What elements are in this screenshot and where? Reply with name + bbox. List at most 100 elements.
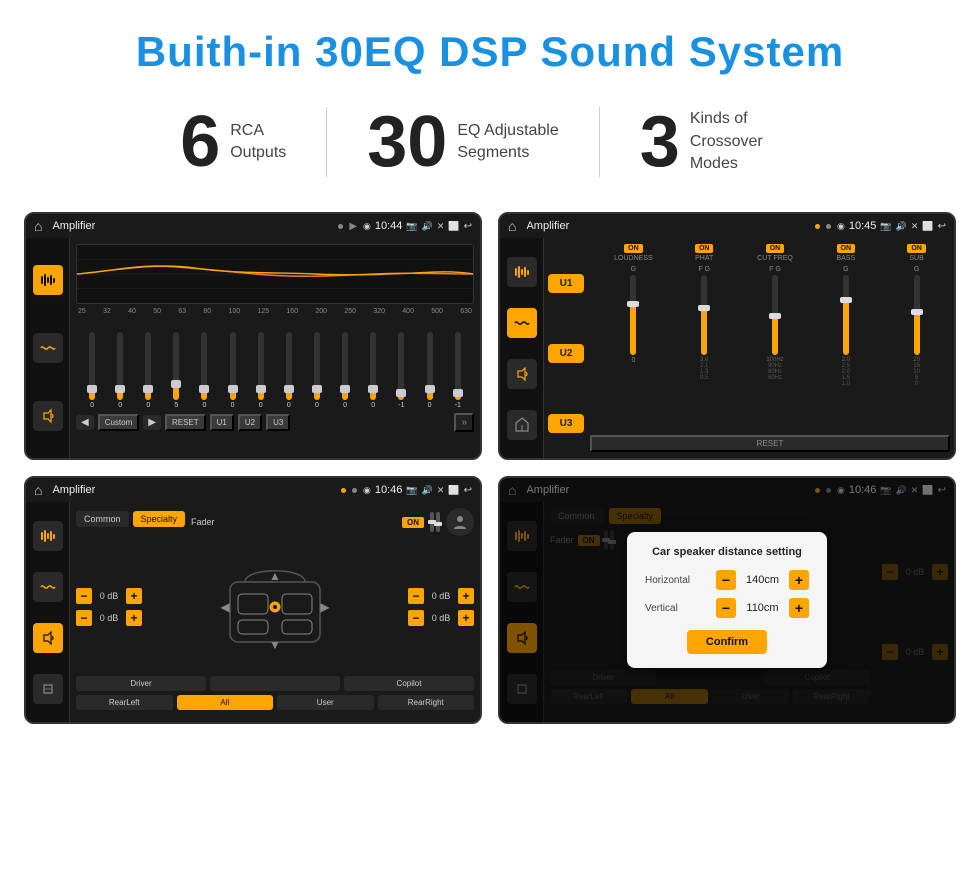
vol-icon-2: 🔊 [896, 221, 907, 232]
left-top-minus[interactable]: − [76, 588, 92, 604]
fader-content: Common Specialty Fader ON [70, 502, 480, 722]
eq-slider-12[interactable]: 0 [427, 332, 433, 409]
left-bottom-value: 0 dB [95, 613, 123, 623]
sidebar3-wave-btn[interactable] [33, 572, 63, 602]
confirm-button[interactable]: Confirm [687, 630, 767, 654]
cutfreq-label: CUT FREQ [757, 255, 793, 262]
sub-slider-col: G 20 15 10 5 0 [883, 266, 950, 431]
right-bottom-plus[interactable]: + [458, 610, 474, 626]
status-bar-3: ⌂ Amplifier ◉ 10:46 📷 🔊 ✕ ⬜ ↩ [26, 478, 480, 502]
right-bottom-db: − 0 dB + [408, 610, 474, 626]
bass-slider[interactable] [843, 275, 849, 355]
loudness-ctrl: ON LOUDNESS [600, 244, 667, 262]
sub-slider[interactable] [914, 275, 920, 355]
left-top-plus[interactable]: + [126, 588, 142, 604]
eq-u2-btn[interactable]: U2 [238, 414, 262, 431]
screen-eq: ⌂ Amplifier ▶ ◉ 10:44 📷 🔊 ✕ ⬜ ↩ [24, 212, 482, 460]
channel-buttons: U1 U2 U3 [548, 244, 584, 452]
location-icon-2: ◉ [837, 221, 845, 232]
eq-u1-btn[interactable]: U1 [210, 414, 234, 431]
crossover-reset-btn[interactable]: RESET [590, 435, 950, 452]
eq-slider-3[interactable]: 5 [173, 332, 179, 409]
eq-slider-5[interactable]: 0 [230, 332, 236, 409]
window-icon-3: ⬜ [448, 485, 459, 496]
location-icon-3: ◉ [363, 485, 371, 496]
eq-slider-8[interactable]: 0 [314, 332, 320, 409]
stat-rca-label: RCAOutputs [230, 120, 286, 165]
eq-slider-2[interactable]: 0 [145, 332, 151, 409]
time-3: 10:46 [375, 484, 403, 496]
sidebar2-wave-btn[interactable] [507, 308, 537, 338]
eq-slider-1[interactable]: 0 [117, 332, 123, 409]
tab-common[interactable]: Common [76, 511, 129, 527]
play-icon-1: ▶ [349, 221, 357, 232]
btn-copilot[interactable]: Copilot [344, 676, 474, 691]
bass-on[interactable]: ON [837, 244, 856, 253]
sidebar-eq-btn[interactable] [33, 265, 63, 295]
btn-all[interactable]: All [177, 695, 274, 710]
btn-rearleft[interactable]: RearLeft [76, 695, 173, 710]
eq-custom-btn[interactable]: Custom [98, 414, 140, 431]
car-diagram: ▲ ▼ ◀ ▶ [210, 552, 340, 662]
eq-slider-10[interactable]: 0 [370, 332, 376, 409]
eq-slider-9[interactable]: 0 [342, 332, 348, 409]
left-speaker-col: − 0 dB + − 0 dB + [76, 588, 142, 626]
channel-u3-btn[interactable]: U3 [548, 414, 584, 433]
stat-eq-label: EQ AdjustableSegments [457, 120, 558, 165]
horizontal-plus-btn[interactable]: + [789, 570, 809, 590]
eq-slider-0[interactable]: 0 [89, 332, 95, 409]
eq-prev-btn[interactable]: ◀ [76, 415, 94, 430]
eq-reset-btn[interactable]: RESET [165, 414, 206, 431]
left-bottom-plus[interactable]: + [126, 610, 142, 626]
crossover-content: U1 U2 U3 ON LOUDNESS ON PHAT [544, 238, 954, 458]
phat-on[interactable]: ON [695, 244, 714, 253]
sidebar-speaker-btn[interactable] [33, 401, 63, 431]
eq-slider-11[interactable]: -1 [398, 332, 404, 409]
eq-label-250: 250 [344, 308, 356, 315]
eq-label-63: 63 [178, 308, 186, 315]
vertical-plus-btn[interactable]: + [789, 598, 809, 618]
cutfreq-slider[interactable] [772, 275, 778, 355]
tab-specialty[interactable]: Specialty [133, 511, 186, 527]
eq-slider-4[interactable]: 0 [201, 332, 207, 409]
channel-u2-btn[interactable]: U2 [548, 344, 584, 363]
eq-chevron-btn[interactable]: » [454, 413, 474, 432]
eq-label-400: 400 [402, 308, 414, 315]
horizontal-minus-btn[interactable]: − [716, 570, 736, 590]
btn-rearright[interactable]: RearRight [378, 695, 475, 710]
sidebar2-speaker-btn[interactable] [507, 359, 537, 389]
right-top-minus[interactable]: − [408, 588, 424, 604]
channel-u1-btn[interactable]: U1 [548, 274, 584, 293]
eq-slider-7[interactable]: 0 [286, 332, 292, 409]
sidebar2-eq-btn[interactable] [507, 257, 537, 287]
close-icon-3: ✕ [437, 485, 445, 496]
eq-slider-13[interactable]: -1 [455, 332, 461, 409]
loudness-slider[interactable] [630, 275, 636, 355]
sidebar3-extra-btn[interactable] [33, 674, 63, 704]
screen2-sidebar [500, 238, 544, 458]
screenshots-grid: ⌂ Amplifier ▶ ◉ 10:44 📷 🔊 ✕ ⬜ ↩ [0, 202, 980, 748]
btn-user[interactable]: User [277, 695, 374, 710]
left-bottom-minus[interactable]: − [76, 610, 92, 626]
right-top-plus[interactable]: + [458, 588, 474, 604]
eq-slider-6[interactable]: 0 [258, 332, 264, 409]
fader-tabs: Common Specialty [76, 511, 185, 527]
phat-slider[interactable] [701, 275, 707, 355]
eq-label-500: 500 [431, 308, 443, 315]
eq-u3-btn[interactable]: U3 [266, 414, 290, 431]
fader-label: Fader [191, 517, 396, 527]
sidebar-wave-btn[interactable] [33, 333, 63, 363]
sidebar2-extra-btn[interactable] [507, 410, 537, 440]
sub-on[interactable]: ON [907, 244, 926, 253]
cutfreq-on[interactable]: ON [766, 244, 785, 253]
sidebar3-eq-btn[interactable] [33, 521, 63, 551]
fader-on-toggle[interactable]: ON [402, 517, 424, 528]
btn-driver[interactable]: Driver [76, 676, 206, 691]
status-dot-3b [352, 488, 357, 493]
eq-next-btn[interactable]: ▶ [143, 415, 161, 430]
on-badges-row: ON LOUDNESS ON PHAT ON CUT FREQ ON [590, 244, 950, 262]
vertical-minus-btn[interactable]: − [716, 598, 736, 618]
sidebar3-speaker-btn[interactable] [33, 623, 63, 653]
loudness-on[interactable]: ON [624, 244, 643, 253]
right-bottom-minus[interactable]: − [408, 610, 424, 626]
